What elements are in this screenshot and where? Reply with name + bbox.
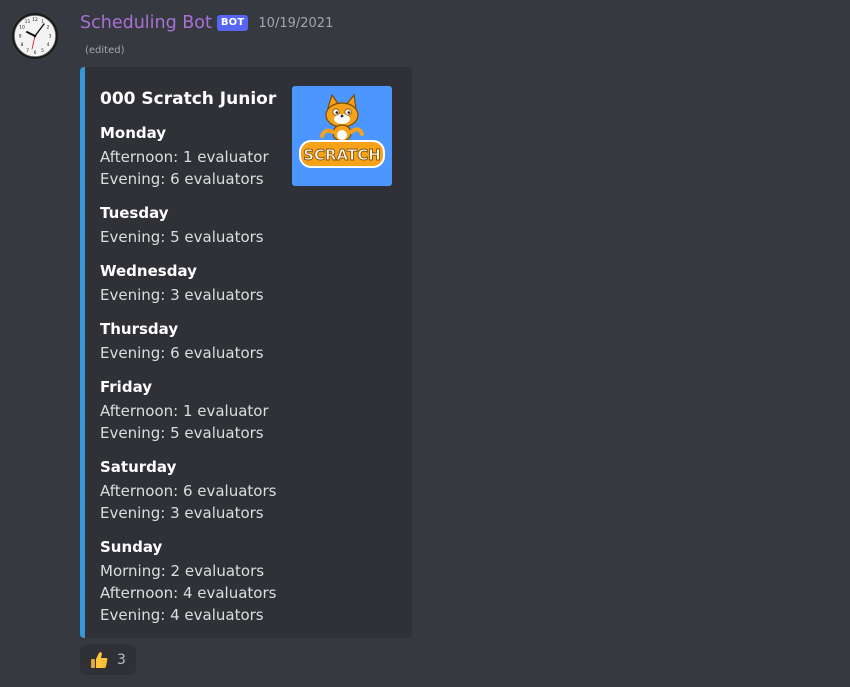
embed-field: Thursday Evening: 6 evaluators (100, 318, 390, 364)
chat-message: 12 1 2 3 4 5 6 7 8 9 10 11 Scheduling Bo… (0, 0, 850, 687)
message-timestamp[interactable]: 10/19/2021 (258, 16, 333, 31)
field-value-line: Evening: 5 evaluators (100, 424, 264, 442)
field-value-line: Evening: 6 evaluators (100, 170, 264, 188)
svg-text:2: 2 (47, 25, 50, 31)
field-value-line: Evening: 4 evaluators (100, 606, 264, 624)
field-name: Thursday (100, 320, 179, 338)
field-value-line: Evening: 3 evaluators (100, 504, 264, 522)
field-name: Tuesday (100, 204, 169, 222)
field-value-line: Afternoon: 1 evaluator (100, 402, 269, 420)
bot-tag: BOT (216, 15, 249, 31)
message-header: Scheduling Bot BOT 10/19/2021 (80, 10, 333, 36)
field-value-line: Evening: 6 evaluators (100, 344, 264, 362)
field-name: Friday (100, 378, 153, 396)
reaction-thumbs-up[interactable]: 3 (80, 644, 136, 675)
field-value-line: Afternoon: 6 evaluators (100, 482, 277, 500)
svg-text:7: 7 (26, 48, 29, 54)
field-name: Wednesday (100, 262, 197, 280)
embed-card: 000 Scratch Junior SCRATCH Monday Aftern… (80, 67, 412, 638)
field-name: Sunday (100, 538, 163, 556)
field-value-line: Morning: 2 evaluators (100, 562, 265, 580)
field-name: Saturday (100, 458, 177, 476)
field-value-line: Evening: 3 evaluators (100, 286, 264, 304)
svg-text:4: 4 (47, 42, 50, 48)
svg-text:11: 11 (25, 19, 31, 25)
svg-text:10: 10 (19, 25, 25, 31)
svg-text:8: 8 (21, 42, 24, 48)
embed-accent-bar (80, 67, 85, 638)
embed-field: Sunday Morning: 2 evaluators Afternoon: 4 … (100, 536, 390, 626)
field-value-line: Afternoon: 1 evaluator (100, 148, 269, 166)
embed-field: Friday Afternoon: 1 evaluator Evening: 5 e… (100, 376, 390, 444)
embed-fields: Monday Afternoon: 1 evaluator Evening: 6 e… (100, 122, 390, 638)
embed-title: 000 Scratch Junior (100, 89, 277, 109)
svg-text:3: 3 (49, 34, 52, 40)
embed-field: Wednesday Evening: 3 evaluators (100, 260, 390, 306)
edited-label: (edited) (85, 45, 125, 56)
clock-icon: 12 1 2 3 4 5 6 7 8 9 10 11 (12, 13, 58, 59)
svg-text:12: 12 (32, 17, 38, 23)
reaction-count: 3 (117, 651, 126, 668)
svg-text:6: 6 (34, 50, 37, 56)
author-name[interactable]: Scheduling Bot (80, 12, 212, 34)
embed-field: Saturday Afternoon: 6 evaluators Evening: … (100, 456, 390, 524)
field-value-line: Afternoon: 4 evaluators (100, 584, 277, 602)
svg-text:9: 9 (19, 34, 22, 40)
thumbs-up-icon (91, 651, 108, 668)
svg-text:5: 5 (41, 48, 44, 54)
embed-field: Tuesday Evening: 5 evaluators (100, 202, 390, 248)
field-name: Monday (100, 124, 167, 142)
field-value-line: Evening: 5 evaluators (100, 228, 264, 246)
embed-field: Monday Afternoon: 1 evaluator Evening: 6 e… (100, 122, 390, 190)
avatar[interactable]: 12 1 2 3 4 5 6 7 8 9 10 11 (11, 12, 59, 60)
